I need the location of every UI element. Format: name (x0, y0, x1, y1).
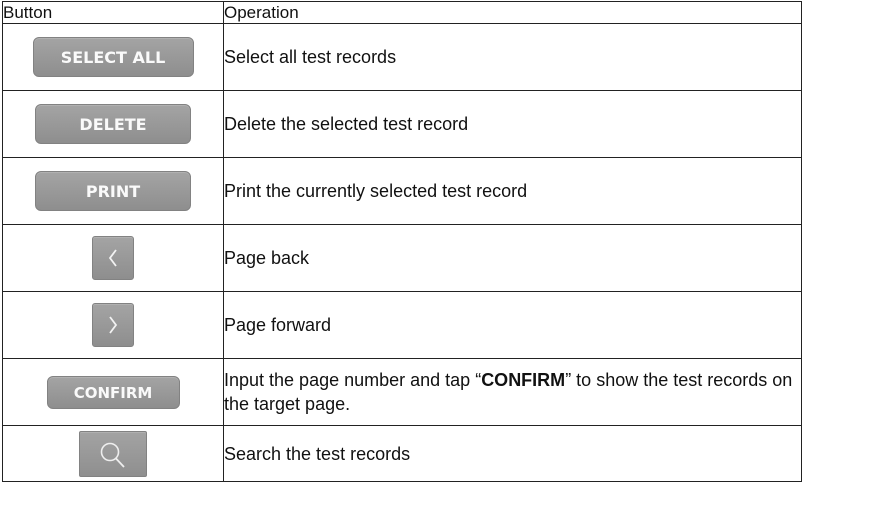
header-button: Button (2, 1, 224, 24)
chevron-left-icon (108, 249, 117, 267)
button-cell (2, 425, 224, 482)
operation-text-prefix: Input the page number and tap “ (224, 370, 482, 390)
table-header-row: Button Operation (2, 1, 802, 24)
button-cell: CONFIRM (2, 358, 224, 426)
confirm-button[interactable]: CONFIRM (46, 375, 180, 409)
button-cell: SELECT ALL (2, 23, 224, 91)
search-button[interactable] (79, 430, 147, 477)
chevron-right-icon (109, 316, 118, 334)
delete-button[interactable]: DELETE (35, 104, 191, 144)
search-icon (100, 442, 125, 468)
page-forward-button[interactable] (92, 303, 134, 347)
table-row: Page forward (2, 291, 802, 359)
operation-keyword: CONFIRM (481, 370, 566, 390)
table-row: CONFIRM Input the page number and tap “C… (2, 358, 802, 426)
button-cell: DELETE (2, 90, 224, 158)
operation-cell: Delete the selected test record (223, 90, 802, 158)
page-back-button[interactable] (92, 236, 134, 280)
table-row: PRINT Print the currently selected test … (2, 157, 802, 225)
header-operation: Operation (223, 1, 802, 24)
operation-cell: Search the test records (223, 425, 802, 482)
table-row: Page back (2, 224, 802, 292)
table-row: DELETE Delete the selected test record (2, 90, 802, 158)
button-operation-table: Button Operation SELECT ALL Select all t… (2, 1, 802, 482)
button-cell: PRINT (2, 157, 224, 225)
select-all-button[interactable]: SELECT ALL (32, 37, 194, 77)
print-button[interactable]: PRINT (35, 171, 191, 211)
table-row: SELECT ALL Select all test records (2, 23, 802, 91)
operation-cell: Page forward (223, 291, 802, 359)
operation-cell: Page back (223, 224, 802, 292)
operation-cell: Select all test records (223, 23, 802, 91)
operation-cell: Print the currently selected test record (223, 157, 802, 225)
operation-cell: Input the page number and tap “CONFIRM” … (223, 358, 802, 426)
button-cell (2, 224, 224, 292)
button-cell (2, 291, 224, 359)
table-row: Search the test records (2, 425, 802, 482)
